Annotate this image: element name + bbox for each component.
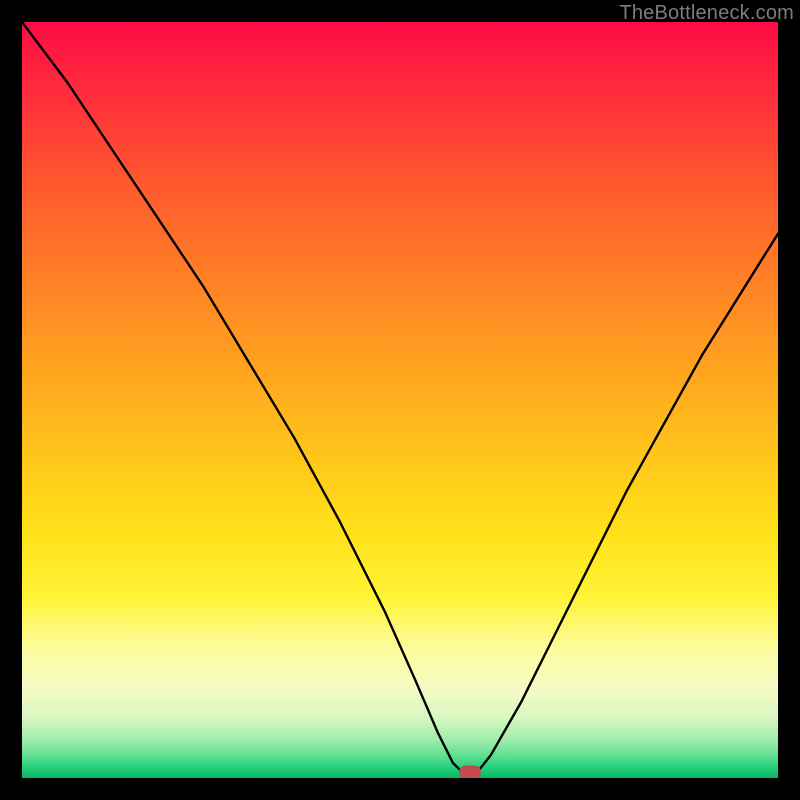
optimum-marker xyxy=(459,765,481,778)
chart-frame: TheBottleneck.com xyxy=(0,0,800,800)
plot-area xyxy=(22,22,778,778)
curve-svg xyxy=(22,22,778,778)
bottleneck-curve xyxy=(22,22,778,774)
